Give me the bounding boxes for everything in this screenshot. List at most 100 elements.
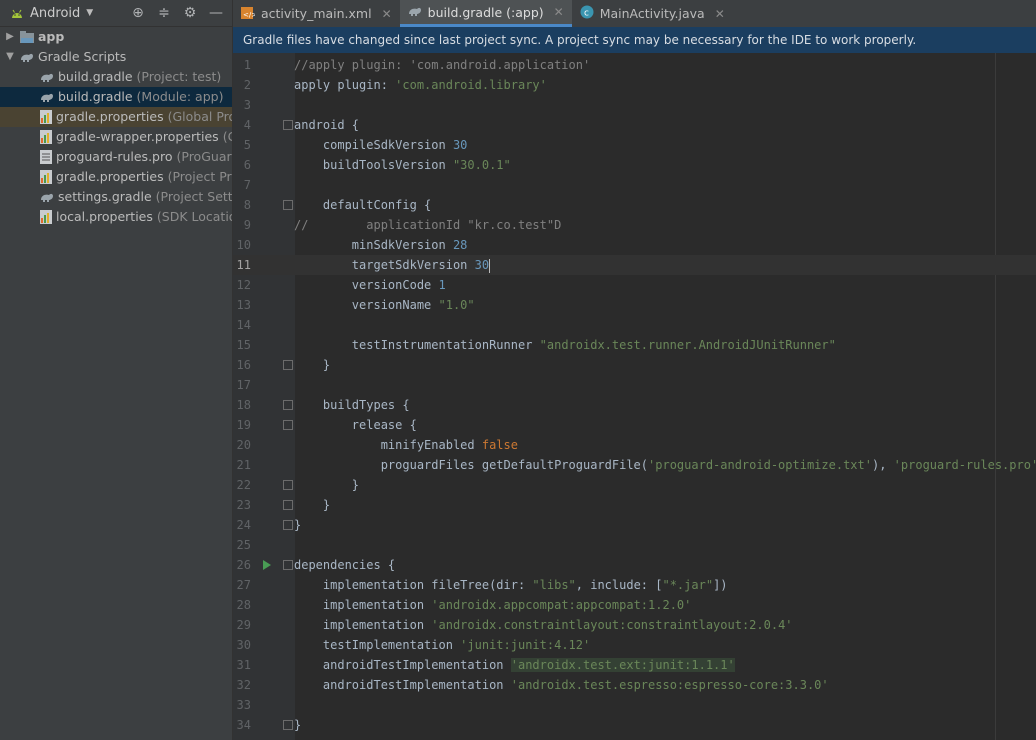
properties-icon [40,110,52,124]
project-panel: Android ▼ ⊕ ≑ ⚙ — ▶ app ▼ Gradle Scripts bui… [0,0,233,740]
code-text: implementation 'androidx.constraintlayou… [294,618,793,632]
tree-item-label: Gradle Scripts [38,49,127,64]
line-number: 8 [243,198,251,212]
collapse-all-icon[interactable]: ≑ [156,5,172,21]
code-line[interactable]: 34} [233,715,1036,735]
tree-item-hint: (Project Settings) [155,189,232,204]
editor-tab[interactable]: </> activity_main.xml ✕ [233,0,400,27]
tree-item[interactable]: ▶ app [0,27,232,47]
fold-marker-icon[interactable] [283,360,293,370]
code-line[interactable]: 16 } [233,355,1036,375]
close-icon[interactable]: ✕ [715,7,725,21]
line-number: 33 [236,698,251,712]
line-number: 21 [236,458,251,472]
tree-item-label: local.properties [56,209,153,224]
code-line[interactable]: 3 [233,95,1036,115]
editor-tab-label: activity_main.xml [261,6,372,21]
tree-item[interactable]: local.properties(SDK Location) [0,207,232,227]
editor-tab[interactable]: build.gradle (:app) ✕ [399,0,572,27]
fold-marker-icon[interactable] [283,420,293,430]
close-icon[interactable]: ✕ [554,5,564,19]
code-line[interactable]: 32 androidTestImplementation 'androidx.t… [233,675,1036,695]
chevron-down-icon[interactable]: ▼ [4,47,16,67]
tree-item[interactable]: settings.gradle(Project Settings) [0,187,232,207]
code-line[interactable]: 31 androidTestImplementation 'androidx.t… [233,655,1036,675]
code-text: testImplementation 'junit:junit:4.12' [294,638,591,652]
fold-marker-icon[interactable] [283,200,293,210]
code-line[interactable]: 25 [233,535,1036,555]
gradle-icon [40,70,54,84]
fold-marker-icon[interactable] [283,520,293,530]
code-line[interactable]: 7 [233,175,1036,195]
code-line[interactable]: 28 implementation 'androidx.appcompat:ap… [233,595,1036,615]
chevron-right-icon[interactable]: ▶ [4,27,16,47]
code-line[interactable]: 14 [233,315,1036,335]
code-line[interactable]: 23 } [233,495,1036,515]
code-line[interactable]: 29 implementation 'androidx.constraintla… [233,615,1036,635]
project-toolbar: Android ▼ ⊕ ≑ ⚙ — [0,0,232,27]
code-line[interactable]: 30 testImplementation 'junit:junit:4.12' [233,635,1036,655]
editor-tab[interactable]: c MainActivity.java ✕ [572,0,733,27]
code-line[interactable]: 6 buildToolsVersion "30.0.1" [233,155,1036,175]
code-line[interactable]: 4 android { [233,115,1036,135]
fold-marker-icon[interactable] [283,560,293,570]
android-icon [12,9,22,18]
code-line[interactable]: 19 release { [233,415,1036,435]
fold-marker-icon[interactable] [283,720,293,730]
code-line[interactable]: 17 [233,375,1036,395]
code-line[interactable]: 22 } [233,475,1036,495]
line-number: 7 [243,178,251,192]
minimize-icon[interactable]: — [208,5,224,21]
fold-marker-icon[interactable] [283,400,293,410]
code-text: } [294,478,360,492]
tree-item[interactable]: gradle-wrapper.properties(Gradle Version… [0,127,232,147]
code-text: proguardFiles getDefaultProguardFile('pr… [294,458,1036,472]
code-line[interactable]: 21 proguardFiles getDefaultProguardFile(… [233,455,1036,475]
code-line[interactable]: 10 minSdkVersion 28 [233,235,1036,255]
crosshair-icon[interactable]: ⊕ [130,5,146,21]
code-line[interactable]: 2 apply plugin: 'com.android.library' [233,75,1036,95]
code-line[interactable]: 15 testInstrumentationRunner "androidx.t… [233,335,1036,355]
fold-marker-icon[interactable] [283,500,293,510]
line-number: 5 [243,138,251,152]
run-gutter-icon[interactable] [263,560,271,570]
tree-item[interactable]: ▼ Gradle Scripts [0,47,232,67]
code-line[interactable]: 11 targetSdkVersion 30 [233,255,1036,275]
code-text: androidTestImplementation 'androidx.test… [294,678,829,692]
project-view-selector[interactable]: Android ▼ [10,6,93,21]
tree-item[interactable]: build.gradle (Module: app) [0,87,232,107]
code-line[interactable]: 5 compileSdkVersion 30 [233,135,1036,155]
file-icon [40,150,52,164]
code-line[interactable]: 33 [233,695,1036,715]
line-number: 1 [243,58,251,72]
code-line[interactable]: 12 versionCode 1 [233,275,1036,295]
code-line[interactable]: 13 versionName "1.0" [233,295,1036,315]
tree-item[interactable]: gradle.properties(Global Properties) [0,107,232,127]
code-text: dependencies { [294,558,396,572]
code-text: androidTestImplementation 'androidx.test… [294,658,735,672]
line-number: 32 [236,678,251,692]
code-text: release { [294,418,417,432]
tree-item-label: gradle-wrapper.properties [56,129,219,144]
code-line[interactable]: 26 dependencies { [233,555,1036,575]
code-line[interactable]: 8 defaultConfig { [233,195,1036,215]
tree-item[interactable]: build.gradle (Project: test) [0,67,232,87]
code-line[interactable]: 20 minifyEnabled false [233,435,1036,455]
code-editor[interactable]: 1 //apply plugin: 'com.android.applicatio… [233,53,1036,740]
code-line[interactable]: 27 implementation fileTree(dir: "libs", … [233,575,1036,595]
tree-item-label: gradle.properties [56,109,164,124]
code-line[interactable]: 1 //apply plugin: 'com.android.applicatio… [233,55,1036,75]
tree-item-label: gradle.properties [56,169,164,184]
line-number: 15 [236,338,251,352]
gear-icon[interactable]: ⚙ [182,5,198,21]
fold-marker-icon[interactable] [283,120,293,130]
close-icon[interactable]: ✕ [382,7,392,21]
tree-item-label: app [38,29,65,44]
tree-item[interactable]: gradle.properties(Project Properties) [0,167,232,187]
fold-marker-icon[interactable] [283,480,293,490]
code-line[interactable]: 18 buildTypes { [233,395,1036,415]
tree-item[interactable]: proguard-rules.pro(ProGuard Rules for ap… [0,147,232,167]
code-text: buildTypes { [294,398,410,412]
code-line[interactable]: 24} [233,515,1036,535]
code-line[interactable]: 9 // applicationId "kr.co.test"D [233,215,1036,235]
